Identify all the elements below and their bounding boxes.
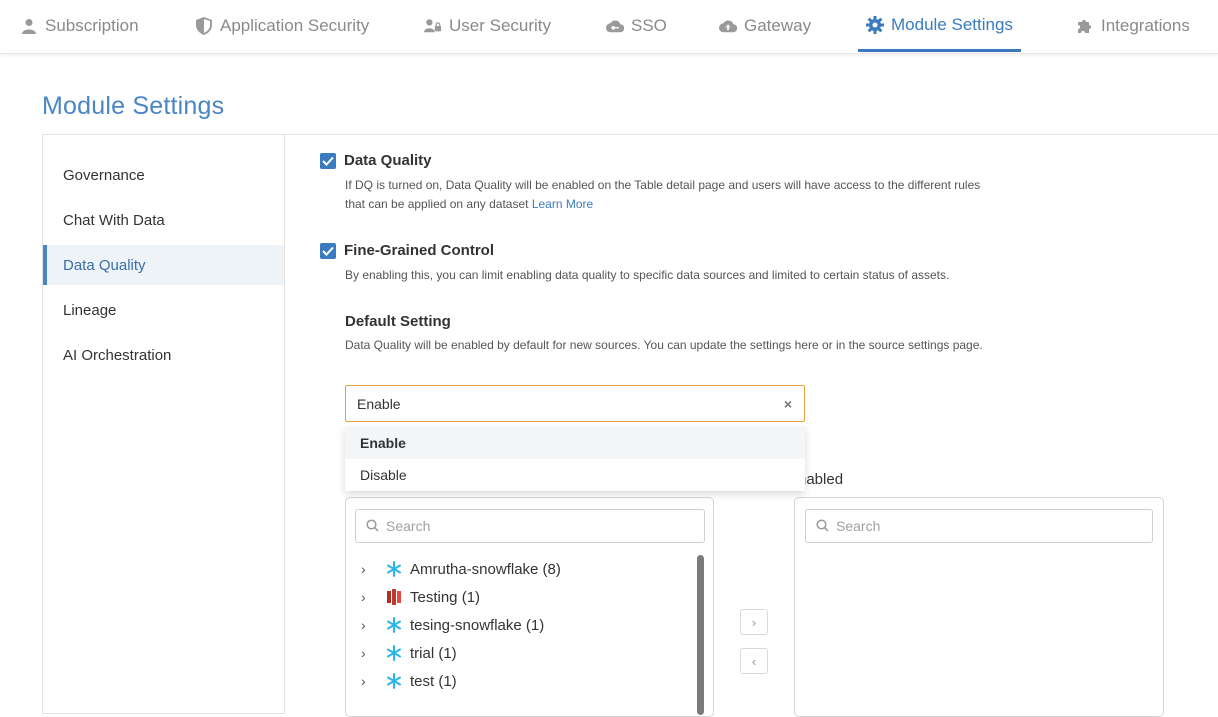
chevron-right-icon: ›: [751, 614, 757, 630]
tree-item-trial[interactable]: › trial (1): [361, 640, 457, 666]
chevron-right-icon[interactable]: ›: [361, 645, 373, 661]
tree-item-tesing-snowflake[interactable]: › tesing-snowflake (1): [361, 612, 544, 638]
tab-label: User Security: [449, 16, 552, 35]
gear-icon: [866, 15, 884, 34]
content-divider: [284, 134, 1218, 135]
user-lock-icon: [424, 17, 442, 35]
default-setting-dropdown: Enable Disable: [345, 427, 805, 491]
tree-item-label: test (1): [410, 672, 457, 690]
data-quality-description: If DQ is turned on, Data Quality will be…: [345, 176, 995, 214]
user-icon: [20, 17, 38, 35]
tab-sso[interactable]: SSO: [606, 0, 667, 52]
data-quality-title: Data Quality: [344, 152, 432, 169]
sidenav-item-data-quality[interactable]: Data Quality: [43, 245, 284, 285]
option-disable[interactable]: Disable: [345, 459, 805, 491]
tab-label: Application Security: [220, 16, 370, 35]
right-search-input[interactable]: Search: [805, 509, 1153, 543]
sidenav-item-label: Governance: [63, 166, 145, 184]
check-icon: [322, 156, 334, 166]
fine-grained-description: By enabling this, you can limit enabling…: [345, 268, 950, 282]
fine-grained-checkbox[interactable]: [320, 243, 336, 259]
tree-item-amrutha-snowflake[interactable]: › Amrutha-snowflake (8): [361, 556, 561, 582]
data-quality-checkbox[interactable]: [320, 153, 336, 169]
sidenav-item-label: Chat With Data: [63, 211, 165, 229]
tab-module-settings[interactable]: Module Settings: [858, 0, 1021, 52]
tree-item-label: tesing-snowflake (1): [410, 616, 545, 634]
sidenav-item-label: AI Orchestration: [63, 346, 172, 364]
default-setting-select[interactable]: Enable ×: [345, 385, 805, 422]
sidenav-item-ai-orchestration[interactable]: AI Orchestration: [43, 335, 284, 375]
tab-label: SSO: [631, 16, 667, 35]
left-search-input[interactable]: Search: [355, 509, 705, 543]
search-placeholder: Search: [836, 518, 881, 534]
page-title: Module Settings: [42, 92, 225, 120]
move-left-button[interactable]: ‹: [740, 648, 768, 674]
default-setting-description: Data Quality will be enabled by default …: [345, 338, 983, 352]
check-icon: [322, 246, 334, 256]
sidenav-item-chat-with-data[interactable]: Chat With Data: [43, 200, 284, 240]
tree-item-label: Amrutha-snowflake (8): [410, 560, 561, 578]
search-icon: [366, 519, 379, 535]
puzzle-icon: [1076, 17, 1094, 35]
move-right-button[interactable]: ›: [740, 609, 768, 635]
settings-side-nav: Governance Chat With Data Data Quality L…: [42, 134, 285, 714]
tab-integrations[interactable]: Integrations: [1076, 0, 1190, 52]
chevron-right-icon[interactable]: ›: [361, 617, 373, 633]
cloud-upload-icon: [719, 17, 737, 35]
tree-item-label: Testing (1): [410, 588, 481, 606]
cloud-key-icon: [606, 17, 624, 35]
search-placeholder: Search: [386, 518, 431, 534]
tree-scrollbar[interactable]: [697, 555, 704, 715]
chevron-right-icon[interactable]: ›: [361, 589, 373, 605]
tree-item-test[interactable]: › test (1): [361, 668, 457, 694]
close-icon[interactable]: ×: [784, 396, 792, 412]
sidenav-item-label: Lineage: [63, 301, 117, 319]
select-value: Enable: [357, 395, 401, 412]
learn-more-link[interactable]: Learn More: [532, 197, 593, 211]
sidenav-item-label: Data Quality: [63, 256, 146, 274]
tab-label: Module Settings: [891, 14, 1013, 34]
tree-item-label: trial (1): [410, 644, 457, 662]
tab-user-security[interactable]: User Security: [424, 0, 551, 52]
fine-grained-title: Fine-Grained Control: [344, 242, 494, 259]
option-enable[interactable]: Enable: [345, 427, 805, 459]
sidenav-item-lineage[interactable]: Lineage: [43, 290, 284, 330]
tab-application-security[interactable]: Application Security: [195, 0, 369, 52]
shield-icon: [195, 17, 213, 35]
data-quality-description-text: If DQ is turned on, Data Quality will be…: [345, 178, 981, 211]
tab-subscription[interactable]: Subscription: [20, 0, 139, 52]
tree-item-testing[interactable]: › Testing (1): [361, 584, 480, 610]
snowflake-icon: [385, 672, 403, 690]
search-icon: [816, 519, 829, 535]
chevron-right-icon[interactable]: ›: [361, 561, 373, 577]
redshift-icon: [385, 588, 403, 606]
snowflake-icon: [385, 616, 403, 634]
snowflake-icon: [385, 644, 403, 662]
chevron-left-icon: ‹: [751, 653, 757, 669]
enabled-sources-panel: Search: [794, 497, 1164, 717]
default-setting-title: Default Setting: [345, 313, 451, 330]
sidenav-item-governance[interactable]: Governance: [43, 155, 284, 195]
chevron-right-icon[interactable]: ›: [361, 673, 373, 689]
tab-label: Integrations: [1101, 16, 1190, 35]
tab-label: Subscription: [45, 16, 139, 35]
tab-gateway[interactable]: Gateway: [719, 0, 811, 52]
snowflake-icon: [385, 560, 403, 578]
top-tab-bar: Subscription Application Security User S…: [0, 0, 1218, 54]
tab-label: Gateway: [744, 16, 812, 35]
